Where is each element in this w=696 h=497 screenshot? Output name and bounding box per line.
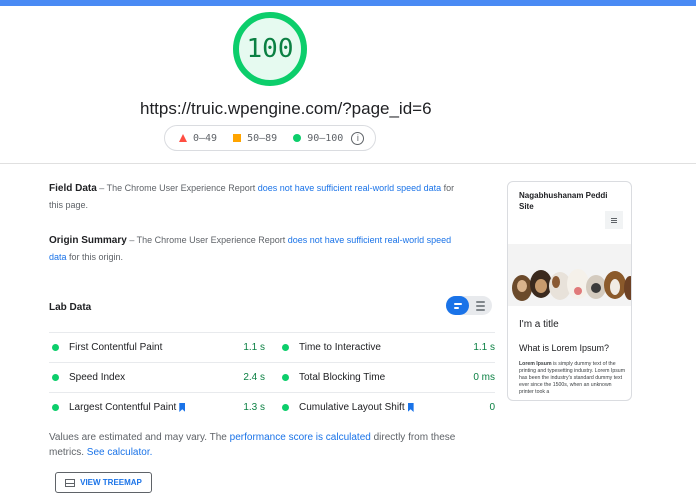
metric-largest-contentful-paint: Largest Contentful Paint 1.3 s [49,393,265,422]
origin-summary-section: Origin Summary – The Chrome User Experie… [49,232,459,266]
pass-circle-icon [52,404,59,411]
lab-data-title: Lab Data [49,302,92,313]
lab-metrics-grid: First Contentful Paint 1.1 s Time to Int… [49,332,495,422]
pass-circle-icon [52,344,59,351]
legend-fail: 0–49 [179,133,217,144]
metric-label: Time to Interactive [299,342,381,353]
field-data-link[interactable]: does not have sufficient real-world spee… [258,183,441,193]
metric-value: 0 [489,402,495,413]
tested-url: https://truic.wpengine.com/?page_id=6 [140,99,432,118]
info-icon[interactable]: i [351,131,365,145]
pass-circle-icon [282,404,289,411]
metrics-row: Largest Contentful Paint 1.3 s Cumulativ… [49,392,495,422]
pass-circle-icon [293,134,302,142]
legend-average-range: 50–89 [247,132,278,144]
performance-score-link[interactable]: performance score is calculated [230,432,371,443]
pass-circle-icon [282,374,289,381]
bookmark-icon [407,403,414,412]
see-calculator-link[interactable]: See calculator. [87,447,153,458]
metric-time-to-interactive: Time to Interactive 1.1 s [279,333,495,362]
field-data-section: Field Data – The Chrome User Experience … [49,180,459,214]
estimate-note: Values are estimated and may vary. The p… [49,430,469,460]
section-divider [0,163,696,164]
metric-label: Largest Contentful Paint [69,402,177,413]
field-data-text: – The Chrome User Experience Report [96,183,258,193]
metric-value: 2.4 s [243,372,265,383]
hamburger-menu-icon [605,211,623,229]
view-treemap-label: VIEW TREEMAP [80,478,142,487]
legend-fail-range: 0–49 [193,132,218,144]
summary-view-icon[interactable] [446,296,469,315]
metric-label: First Contentful Paint [69,342,163,353]
metric-label: Cumulative Layout Shift [299,402,405,413]
pass-circle-icon [52,374,59,381]
top-accent-bar [0,0,696,6]
performance-score-gauge: 100 [233,12,307,86]
page-screenshot-preview: Nagabhushanam Peddi Site I'm a title Wha… [507,181,632,401]
origin-summary-text-end: for this origin. [66,252,124,262]
origin-summary-text: – The Chrome User Experience Report [126,235,288,245]
preview-subtitle: What is Lorem Ipsum? [519,343,610,353]
metric-value: 1.1 s [473,342,495,353]
metric-first-contentful-paint: First Contentful Paint 1.1 s [49,333,265,362]
legend-pass: 90–100 [293,133,343,144]
metric-value: 0 ms [473,372,495,383]
score-legend: 0–49 50–89 90–100 i [164,125,376,151]
treemap-icon [65,478,76,487]
origin-summary-title: Origin Summary [49,235,127,246]
dogs-image [508,244,631,306]
metric-label: Speed Index [69,372,126,383]
preview-lead: Lorem Ipsum [519,361,552,367]
metric-total-blocking-time: Total Blocking Time 0 ms [279,363,495,392]
field-data-title: Field Data [49,183,97,194]
pass-circle-icon [282,344,289,351]
bookmark-icon [179,403,186,412]
view-treemap-button[interactable]: VIEW TREEMAP [55,472,152,493]
note-text: Values are estimated and may vary. The [49,432,230,443]
average-square-icon [233,134,242,142]
metric-value: 1.1 s [243,342,265,353]
dogs-illustration [508,244,631,306]
metric-cumulative-layout-shift: Cumulative Layout Shift 0 [279,393,495,422]
metric-speed-index: Speed Index 2.4 s [49,363,265,392]
legend-average: 50–89 [233,133,277,144]
preview-site-name: Nagabhushanam Peddi Site [519,191,608,211]
preview-title: I'm a title [519,319,559,330]
fail-triangle-icon [179,134,187,142]
metrics-view-toggle[interactable] [446,296,492,315]
metrics-row: Speed Index 2.4 s Total Blocking Time 0 … [49,362,495,392]
metrics-row: First Contentful Paint 1.1 s Time to Int… [49,332,495,362]
expanded-view-icon[interactable] [469,296,492,315]
performance-score: 100 [246,34,294,64]
metric-value: 1.3 s [243,402,265,413]
metric-label: Total Blocking Time [299,372,386,383]
legend-pass-range: 90–100 [307,132,344,144]
preview-body-text: Lorem Ipsum is simply dummy text of the … [519,361,625,396]
